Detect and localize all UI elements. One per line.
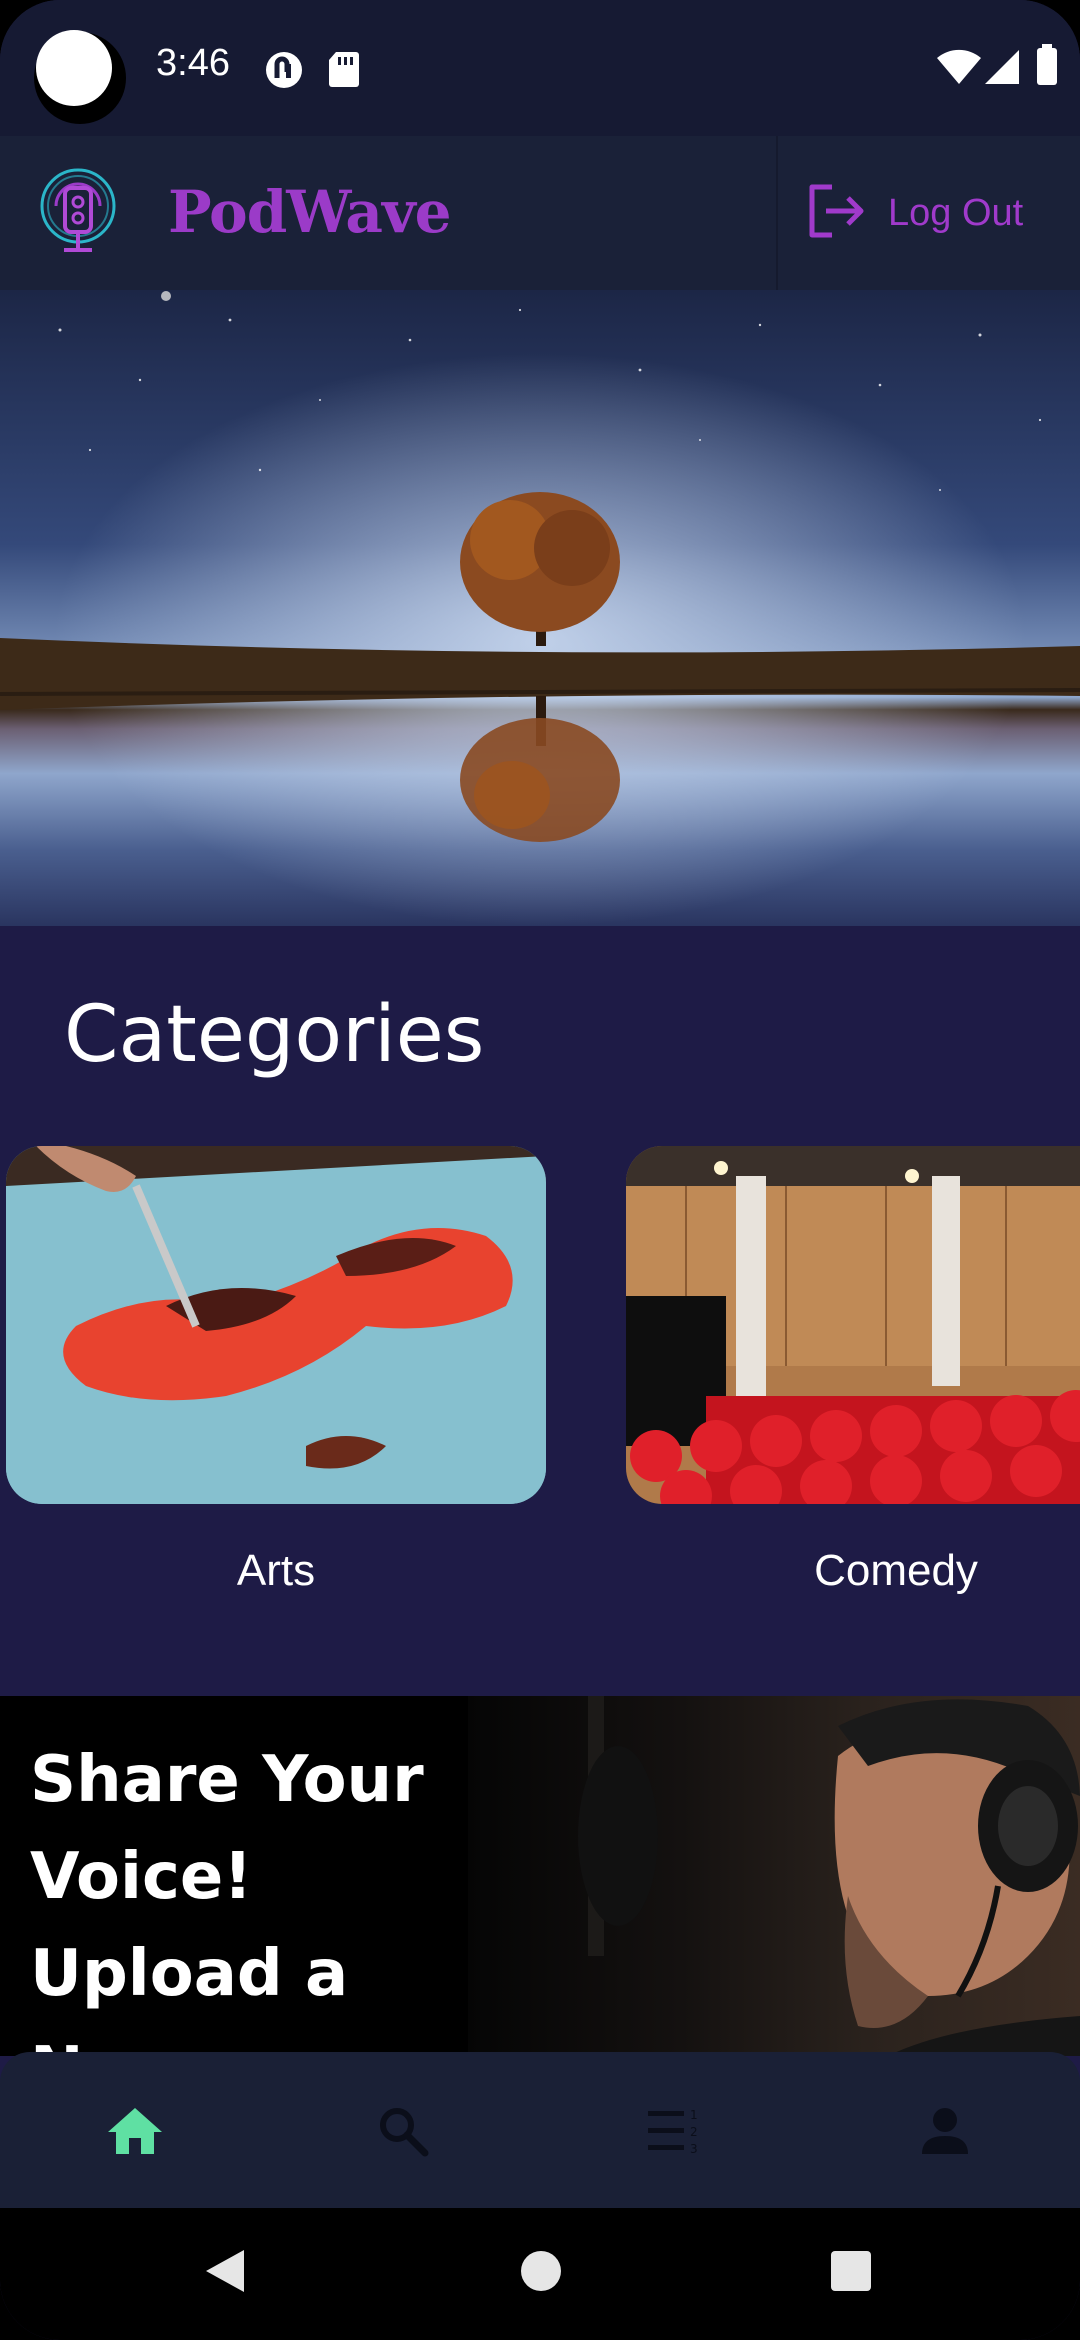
comedy-category-image	[626, 1146, 1080, 1504]
logout-label: Log Out	[888, 191, 1024, 234]
search-icon	[377, 2105, 429, 2161]
nav-search[interactable]	[368, 2098, 438, 2168]
upload-podcast-promo[interactable]: Share Your Voice! Upload a New Podcast	[0, 1696, 1080, 2056]
svg-text:1: 1	[690, 2108, 698, 2122]
battery-icon	[1036, 44, 1058, 90]
hero-banner-image	[0, 290, 1080, 926]
svg-text:3: 3	[690, 2142, 698, 2155]
logout-icon	[806, 183, 866, 243]
bottom-navigation: 1 2 3	[0, 2048, 1080, 2208]
podcast-logo-icon	[36, 166, 120, 264]
category-label-arts: Arts	[236, 1546, 316, 1595]
category-label-comedy: Comedy	[814, 1546, 978, 1595]
playlist-icon: 1 2 3	[646, 2107, 704, 2159]
camera-cutout	[34, 30, 126, 124]
recents-icon[interactable]	[830, 2250, 872, 2296]
category-card-arts[interactable]	[6, 1146, 546, 1504]
promo-text: Share Your Voice! Upload a New Podcast	[30, 1743, 424, 2056]
notification-app-icon	[264, 50, 304, 94]
status-time: 3:46	[156, 42, 230, 84]
home-circle-icon[interactable]	[520, 2250, 562, 2296]
categories-heading: Categories	[64, 990, 485, 1080]
nav-playlist[interactable]: 1 2 3	[640, 2098, 710, 2168]
status-bar: 3:46	[0, 0, 1080, 136]
app-brand-title: PodWave	[168, 178, 452, 246]
nav-profile[interactable]	[910, 2098, 980, 2168]
category-card-comedy[interactable]	[626, 1146, 1080, 1504]
svg-text:2: 2	[690, 2125, 698, 2139]
cellular-signal-icon	[984, 48, 1020, 90]
back-icon[interactable]	[204, 2248, 246, 2298]
profile-icon	[920, 2106, 970, 2160]
home-icon	[106, 2106, 164, 2160]
app-screen: 3:46 PodWave Log Out Categories Arts Com…	[0, 0, 1080, 2340]
sd-card-icon	[328, 50, 360, 92]
arts-category-image	[6, 1146, 546, 1504]
system-navigation-bar	[0, 2208, 1080, 2340]
header-divider	[776, 136, 778, 290]
promo-photo	[468, 1696, 1080, 2056]
app-header: PodWave Log Out	[0, 136, 1080, 290]
nav-home[interactable]	[100, 2098, 170, 2168]
logout-button[interactable]: Log Out	[806, 176, 1056, 250]
wifi-icon	[936, 48, 982, 90]
